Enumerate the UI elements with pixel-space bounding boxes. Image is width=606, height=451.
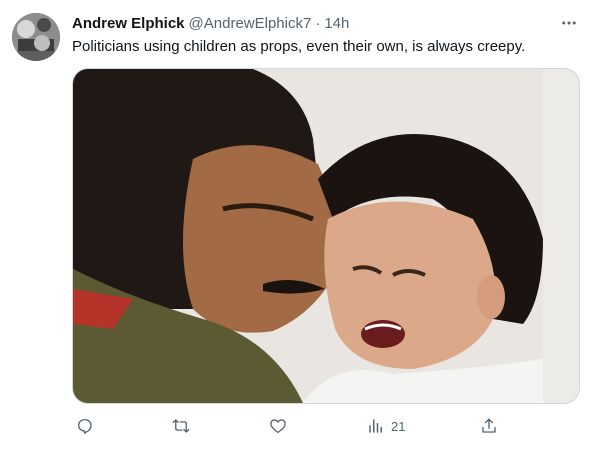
reply-icon — [77, 418, 92, 434]
tweet-header: Andrew Elphick @AndrewElphick7 · 14h — [72, 13, 349, 33]
reply-button[interactable] — [76, 414, 94, 438]
share-button[interactable] — [480, 414, 498, 438]
avatar[interactable] — [12, 13, 60, 61]
like-button[interactable] — [269, 414, 287, 438]
views-count: 21 — [391, 418, 406, 434]
photo-illustration — [73, 69, 579, 403]
retweet-button[interactable] — [172, 414, 190, 438]
share-icon — [482, 418, 496, 433]
separator-dot: · — [315, 14, 321, 32]
action-bar: 21 — [72, 414, 502, 438]
author-name[interactable]: Andrew Elphick — [72, 15, 185, 32]
tweet-time[interactable]: 14h — [324, 15, 349, 32]
like-icon — [270, 419, 286, 434]
author-handle[interactable]: @AndrewElphick7 — [189, 15, 312, 32]
tweet-card[interactable]: Andrew Elphick @AndrewElphick7 · 14h Pol… — [0, 0, 606, 451]
views-button[interactable]: 21 — [367, 414, 405, 438]
tweet-text: Politicians using children as props, eve… — [72, 38, 526, 55]
views-icon — [369, 419, 382, 433]
retweet-icon — [172, 419, 190, 433]
more-options-icon[interactable] — [558, 12, 580, 34]
tweet-photo[interactable] — [72, 68, 580, 404]
